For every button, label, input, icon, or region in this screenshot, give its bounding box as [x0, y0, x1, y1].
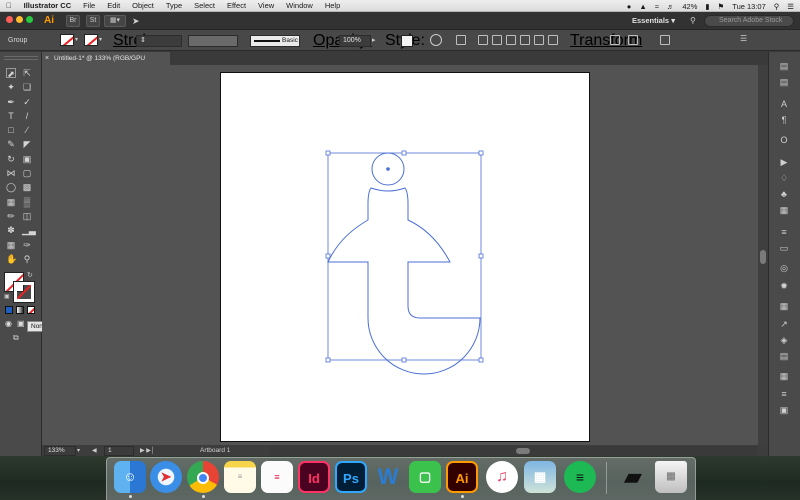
dock-word-icon[interactable]: W [372, 461, 404, 493]
vertical-scrollbar[interactable] [758, 65, 768, 445]
dock-facetime-icon[interactable]: ▢ [409, 461, 441, 493]
zoom-level-field[interactable]: 133% [44, 446, 76, 456]
color-panel-icon[interactable]: ▶ [778, 156, 790, 168]
dock-finder-icon[interactable]: ☺ [114, 461, 146, 493]
handle-bottom-left[interactable] [325, 357, 331, 363]
character-panel-icon[interactable]: A [778, 98, 790, 110]
dock-indesign-icon[interactable]: Id [298, 461, 330, 493]
dock-reminders-icon[interactable]: ≡ [261, 461, 293, 493]
handle-top-right[interactable] [478, 150, 484, 156]
symbols-panel-icon[interactable]: ♣ [778, 188, 790, 200]
first-artboard-icon[interactable]: ◀ [92, 446, 102, 456]
handle-bottom-right[interactable] [478, 357, 484, 363]
horizontal-scrollbar[interactable] [270, 446, 758, 456]
dock-chrome-icon[interactable] [187, 461, 219, 493]
indesign-label: Id [308, 471, 320, 486]
dock-divider [606, 462, 607, 494]
letter-t-artwork[interactable] [327, 152, 481, 375]
export-panel-icon[interactable]: ↗ [778, 318, 790, 330]
vertical-scroll-thumb[interactable] [760, 250, 766, 264]
gradient-panel-icon[interactable]: ▭ [778, 242, 790, 254]
dock-illustrator-icon[interactable]: Ai [446, 461, 478, 493]
color-guide-icon[interactable]: ♢ [778, 172, 790, 184]
selection-bounding-box [325, 150, 484, 363]
center-point-marker [386, 167, 390, 171]
artwork-layer [325, 150, 484, 375]
layers-panel-icon[interactable]: ◈ [778, 334, 790, 346]
swatches-panel-icon[interactable]: ▦ [778, 204, 790, 216]
dock-safari-icon[interactable]: ➤ [150, 461, 182, 493]
dock-shirt-file-icon[interactable]: ▰ [617, 461, 649, 493]
bounding-box-frame [327, 152, 482, 361]
opentype-panel-icon[interactable]: O [778, 134, 790, 146]
running-indicator-illustrator [461, 495, 464, 498]
pathfinder-panel-icon[interactable]: ▣ [778, 404, 790, 416]
align-panel-icon[interactable]: ≡ [778, 388, 790, 400]
appearance-panel-icon[interactable]: ◎ [778, 262, 790, 274]
artboards-panel-icon[interactable]: ▤ [778, 350, 790, 362]
dock-itunes-icon[interactable]: ♫ [486, 461, 518, 493]
handle-middle-right[interactable] [478, 253, 484, 259]
paragraph-panel-icon[interactable]: ¶ [778, 114, 790, 126]
handle-middle-left[interactable] [325, 253, 331, 259]
properties-panel-icon[interactable]: ▤ [778, 60, 790, 72]
zoom-dropdown-icon[interactable]: ▾ [77, 446, 91, 456]
stroke-panel-icon[interactable]: ≡ [778, 226, 790, 238]
transform-panel-icon[interactable]: ▦ [778, 370, 790, 382]
artboard-name-label: Artboard 1 [200, 447, 231, 454]
chrome-center-icon [197, 471, 209, 484]
handle-top-left[interactable] [325, 150, 331, 156]
dock-notes-icon[interactable]: ≡ [224, 461, 256, 493]
illustrator-label: Ai [455, 471, 469, 486]
word-label: W [377, 464, 399, 489]
libraries-panel-icon[interactable]: ▤ [778, 76, 790, 88]
dock-trash-icon[interactable]: ▦ [655, 461, 687, 493]
artboard-navigation-arrows[interactable]: ▶ ▶│ [140, 446, 180, 456]
brushes-panel-icon[interactable]: ▦ [778, 300, 790, 312]
dock-spotify-icon[interactable]: ≡ [564, 461, 596, 493]
running-indicator-finder [129, 495, 132, 498]
handle-bottom-middle[interactable] [401, 357, 407, 363]
running-indicator-chrome [202, 495, 205, 498]
dock-photoshop-icon[interactable]: Ps [335, 461, 367, 493]
letter-t-shape[interactable] [327, 187, 481, 375]
horizontal-scroll-thumb[interactable] [516, 448, 530, 454]
artboard-number-field[interactable]: 1 [104, 446, 134, 456]
dock-preview-icon[interactable]: ▦ [524, 461, 556, 493]
graphic-styles-panel-icon[interactable]: ✹ [778, 280, 790, 292]
photoshop-label: Ps [343, 471, 359, 486]
handle-top-middle[interactable] [401, 150, 407, 156]
